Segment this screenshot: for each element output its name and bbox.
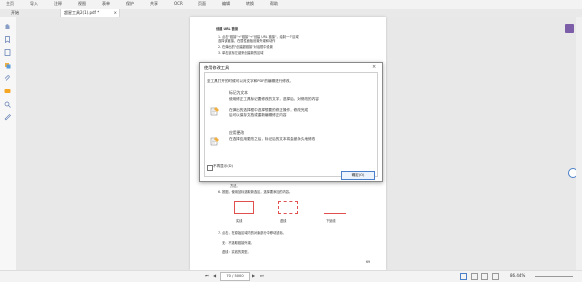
ribbon-item[interactable]: 页面 (198, 1, 206, 7)
tab-home[interactable]: 开始 (8, 9, 22, 17)
close-icon[interactable]: × (372, 64, 376, 70)
box-label: 下划线 (326, 219, 336, 223)
dialog-content: 至工具打开的时候可以对文字和PDF的编辑进行修改。 标记为文本 使用修正工具标记… (204, 72, 378, 180)
doc-line: 7. 点击，在原始区域内的对象部分中移动鼠标。 (218, 231, 286, 235)
edit-text-icon (210, 107, 219, 116)
last-page-icon[interactable]: ⏭ (260, 273, 264, 278)
assistant-icon[interactable] (565, 24, 574, 33)
doc-line: 虚线：实线的类型。 (222, 250, 251, 254)
section-title: 标记为文本 (229, 90, 248, 95)
ribbon-item[interactable]: 注释 (54, 1, 62, 7)
doc-line: 2. 在弹出的"创建超链接"对话框中设置 (218, 45, 273, 49)
next-page-icon[interactable]: ▶ (252, 273, 255, 278)
section-title: 应用更改 (229, 130, 245, 135)
doc-line: 6. 按图，使用鼠标选取新选区，选择要添加的内容。 (218, 190, 293, 194)
attachment-icon[interactable] (4, 75, 11, 82)
doc-line: 无：不选取链接外观。 (222, 241, 254, 245)
prev-page-icon[interactable]: ◀ (213, 273, 216, 278)
search-icon[interactable] (4, 101, 11, 108)
section-heading: 创建 URL 链接 (216, 27, 239, 31)
doc-line: 选择该链接，在属性面板设置外观和动作 (218, 39, 276, 43)
first-page-icon[interactable]: ⏮ (205, 273, 209, 278)
pages-icon[interactable] (4, 49, 11, 56)
dialog-intro: 至工具打开的时候可以对文字和PDF的编辑进行修改。 (207, 79, 294, 83)
box-label: 实线 (236, 219, 243, 223)
tab-document[interactable]: 超星工具2(1).pdf * × (60, 9, 120, 17)
page-number: 69 (366, 260, 371, 264)
section-text: 在选择应用更改之后，标记后的文本将会被永久地修改 (229, 137, 316, 141)
vertical-scrollbar[interactable] (576, 17, 582, 270)
ribbon-item[interactable]: 保护 (126, 1, 134, 7)
modify-tool-dialog: 使用修改工具 × 至工具打开的时候可以对文字和PDF的编辑进行修改。 标记为文本… (199, 62, 383, 182)
ribbon-item[interactable]: 编辑 (222, 1, 230, 7)
ribbon-item[interactable]: 表单 (102, 1, 110, 7)
apply-changes-icon (210, 137, 219, 146)
layers-icon[interactable] (4, 62, 11, 69)
section-text: 使用修正工具标记要修改的文字，选择后，对修改的内容 (229, 97, 319, 101)
hand-tool-icon[interactable] (4, 23, 11, 30)
ribbon-item[interactable]: 共享 (150, 1, 158, 7)
view-mode-icons[interactable] (460, 273, 500, 280)
tab-document-label: 超星工具2(1).pdf * (64, 10, 100, 15)
status-bar: ⏮ ◀ 70 / 5000 ▶ ⏭ 86.44% (0, 270, 582, 282)
solid-box-example (234, 201, 254, 214)
signature-icon[interactable] (4, 114, 11, 121)
checkbox-label: 不再显示(D) (213, 164, 233, 168)
close-icon[interactable]: × (114, 9, 117, 17)
zoom-level[interactable]: 86.44% (510, 273, 525, 278)
underline-example (324, 213, 346, 214)
zoom-slider[interactable] (535, 276, 573, 277)
ribbon-item[interactable]: 导入 (30, 1, 38, 7)
bookmark-icon[interactable] (4, 36, 11, 43)
dashed-box-example (278, 201, 298, 214)
ribbon-item[interactable]: 帮助 (270, 1, 278, 7)
doc-line: 3. 单击鼠标左键来创建新的区域 (218, 51, 264, 55)
box-label: 虚线 (280, 219, 287, 223)
doc-line: 方法。 (230, 184, 240, 188)
ok-button[interactable]: 确定(O) (341, 171, 375, 180)
ribbon-item[interactable]: 视图 (78, 1, 86, 7)
ribbon-item[interactable]: OCR (174, 1, 183, 6)
section-text: 后可以保存文档或重新编辑修正内容 (229, 113, 287, 117)
left-sidebar (0, 17, 17, 270)
comment-icon[interactable] (4, 88, 11, 95)
dialog-title: 使用修改工具 (204, 65, 230, 70)
ribbon-item[interactable]: 转换 (246, 1, 254, 7)
page-input[interactable]: 70 / 5000 (220, 272, 250, 281)
ribbon-item[interactable]: 主页 (6, 1, 14, 7)
